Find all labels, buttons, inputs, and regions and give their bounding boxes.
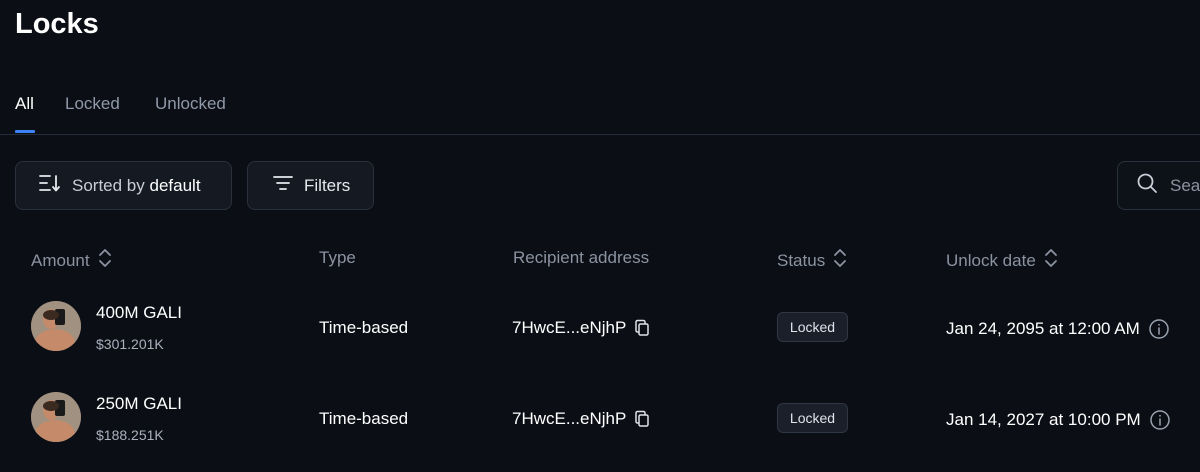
lock-amount: 250M GALI [96, 394, 182, 413]
info-icon[interactable] [1149, 409, 1171, 431]
type-header-label: Type [319, 248, 356, 267]
filters-label: Filters [304, 175, 351, 195]
recipient-address: 7HwcE...eNjhP [512, 409, 650, 429]
amount-header-label: Amount [31, 250, 90, 270]
sort-toggle-icon [1044, 248, 1058, 273]
unlock-date: Jan 14, 2027 at 10:00 PM [946, 409, 1171, 431]
tab-unlocked[interactable]: Unlocked [155, 94, 226, 134]
status-badge: Locked [777, 403, 848, 433]
lock-amount-usd: $301.201K [96, 336, 164, 352]
recipient-header-label: Recipient address [513, 248, 650, 267]
unlock-date-text: Jan 24, 2095 at 12:00 AM [946, 319, 1140, 338]
sort-button[interactable]: Sorted by default [15, 161, 232, 210]
status-badge: Locked [777, 312, 848, 342]
sort-value: default [149, 175, 201, 195]
info-icon[interactable] [1148, 318, 1170, 340]
sort-icon [38, 173, 62, 198]
lock-amount: 400M GALI [96, 303, 182, 322]
column-header-type: Type [319, 248, 356, 268]
column-header-unlock-date[interactable]: Unlock date [946, 248, 1058, 273]
tab-all[interactable]: All [15, 94, 34, 134]
tab-bar: All Locked Unlocked [0, 88, 1200, 135]
table-row[interactable]: 400M GALI $301.201K Time-based 7HwcE...e… [0, 282, 1200, 372]
sort-toggle-icon [98, 248, 112, 273]
sort-prefix: Sorted by [72, 175, 145, 195]
table-row[interactable]: 250M GALI $188.251K Time-based 7HwcE...e… [0, 373, 1200, 463]
column-header-recipient: Recipient address [513, 248, 649, 268]
recipient-address: 7HwcE...eNjhP [512, 318, 650, 338]
lock-amount-usd: $188.251K [96, 427, 164, 443]
search-box [1117, 161, 1200, 210]
recipient-address-text: 7HwcE...eNjhP [512, 409, 627, 428]
unlock-date: Jan 24, 2095 at 12:00 AM [946, 318, 1170, 340]
lock-type: Time-based [319, 318, 409, 337]
active-tab-indicator [15, 130, 35, 133]
copy-icon[interactable] [634, 319, 650, 337]
avatar [31, 392, 81, 442]
filter-icon [272, 174, 294, 197]
column-header-amount[interactable]: Amount [31, 248, 112, 273]
search-icon [1136, 172, 1158, 199]
recipient-address-text: 7HwcE...eNjhP [512, 318, 627, 337]
unlock-date-text: Jan 14, 2027 at 10:00 PM [946, 410, 1141, 429]
unlock-date-header-label: Unlock date [946, 250, 1036, 270]
tab-locked[interactable]: Locked [65, 94, 120, 134]
filters-button[interactable]: Filters [247, 161, 374, 210]
column-header-status[interactable]: Status [777, 248, 847, 273]
copy-icon[interactable] [634, 410, 650, 428]
page-title: Locks [15, 8, 99, 40]
sort-toggle-icon [833, 248, 847, 273]
avatar [31, 301, 81, 351]
lock-type: Time-based [319, 409, 409, 428]
status-header-label: Status [777, 250, 826, 270]
search-input[interactable] [1170, 175, 1200, 196]
